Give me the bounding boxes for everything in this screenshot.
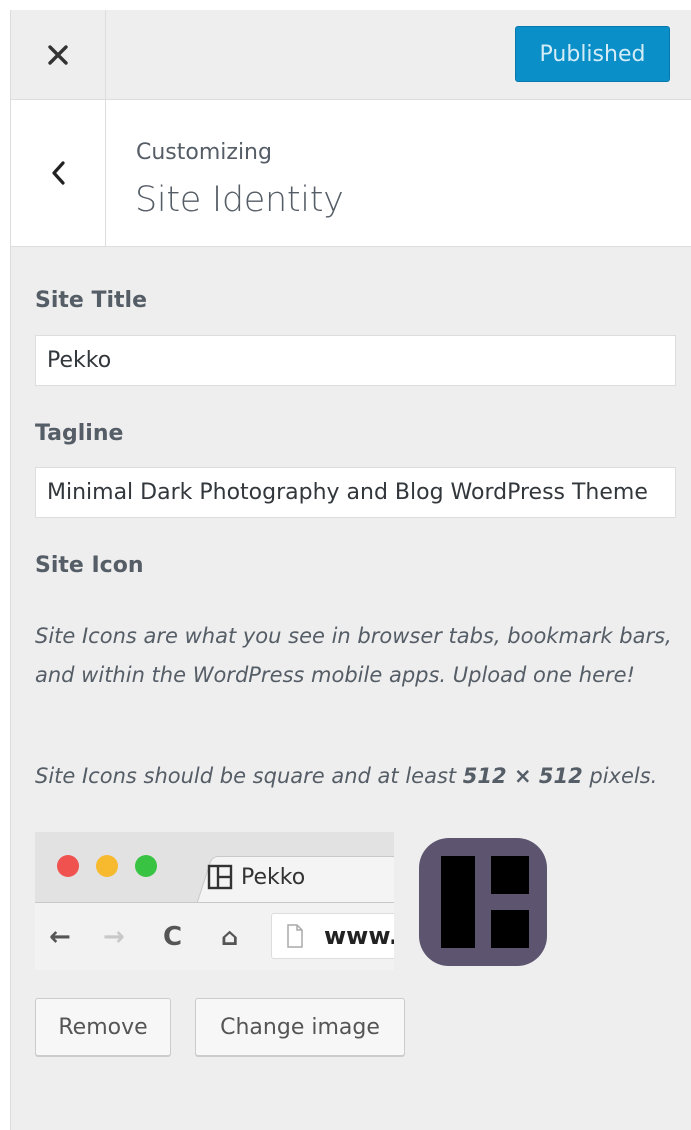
reload-icon: C: [163, 922, 183, 952]
close-icon: [48, 44, 68, 65]
close-button[interactable]: [11, 10, 106, 99]
preview-tab-strip: Pekko: [35, 832, 394, 908]
home-icon: ⌂: [221, 923, 239, 951]
size-note-dimensions: 512 × 512: [462, 764, 583, 788]
window-minimize-dot: [96, 855, 118, 877]
browser-tab-preview: Pekko ← → C ⌂ www.: [35, 832, 394, 970]
preview-url-text: www.: [324, 922, 394, 950]
favicon-icon: [207, 864, 233, 890]
site-icon-size-note: Site Icons should be square and at least…: [35, 757, 680, 796]
tagline-input[interactable]: [35, 467, 676, 518]
chevron-left-icon: [52, 161, 65, 185]
back-button[interactable]: [11, 100, 106, 246]
preview-address-bar: www.: [271, 913, 394, 959]
section-title: Site Identity: [135, 180, 344, 220]
tagline-label: Tagline: [35, 421, 124, 446]
site-title-input[interactable]: [35, 335, 676, 386]
back-arrow-icon: ←: [49, 922, 71, 952]
site-title-label: Site Title: [35, 288, 148, 313]
breadcrumb: Customizing: [136, 140, 272, 165]
site-icon-label: Site Icon: [35, 553, 144, 578]
change-image-button[interactable]: Change image: [195, 998, 405, 1056]
size-note-prefix: Site Icons should be square and at least: [35, 764, 463, 788]
page-icon: [287, 924, 303, 948]
site-icon-image: [419, 838, 547, 966]
size-note-suffix: pixels.: [582, 764, 658, 788]
window-maximize-dot: [135, 855, 157, 877]
preview-tab-label: Pekko: [241, 864, 306, 890]
customizer-panel: Published Customizing Site Identity Site…: [10, 10, 691, 1130]
customizer-header: Published: [11, 10, 691, 100]
forward-arrow-icon: →: [103, 922, 125, 952]
preview-tab-content: Pekko: [207, 864, 305, 890]
site-icon-description: Site Icons are what you see in browser t…: [35, 624, 672, 687]
window-close-dot: [57, 855, 79, 877]
preview-toolbar: ← → C ⌂ www.: [35, 902, 394, 970]
section-header: Customizing Site Identity: [11, 100, 691, 247]
publish-button[interactable]: Published: [515, 26, 670, 82]
remove-button[interactable]: Remove: [35, 998, 171, 1056]
